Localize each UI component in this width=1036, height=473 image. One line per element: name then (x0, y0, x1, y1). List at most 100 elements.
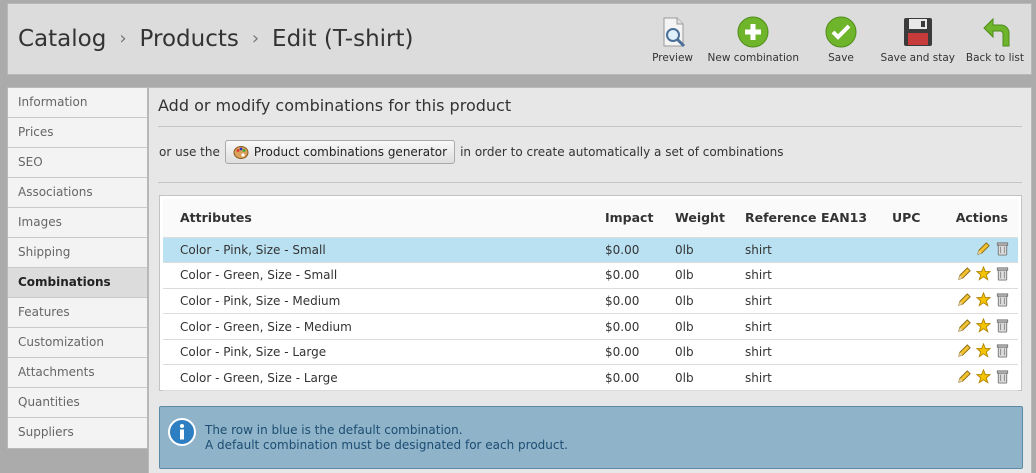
cell-actions (952, 237, 1018, 264)
sidebar-item-associations[interactable]: Associations (8, 178, 147, 208)
cell-actions (952, 364, 1018, 392)
table-row[interactable]: Color - Pink, Size - Large $0.00 0lb shi… (163, 339, 1018, 366)
sidebar-item-combinations[interactable]: Combinations (8, 268, 147, 298)
cell-impact: $0.00 (605, 288, 675, 315)
delete-trash-icon[interactable] (995, 318, 1010, 333)
combinations-table-container: Attributes Impact Weight Reference EAN13… (159, 195, 1022, 392)
generator-row: or use the Product combinations generato… (159, 140, 784, 164)
info-line-1: The row in blue is the default combinati… (205, 423, 463, 437)
column-header-attributes: Attributes (163, 199, 605, 238)
page-header: Catalog › Products › Edit (T-shirt) Preview … (7, 3, 1032, 75)
cell-impact: $0.00 (605, 364, 675, 392)
sidebar-item-seo[interactable]: SEO (8, 148, 147, 178)
edit-pencil-icon[interactable] (957, 318, 972, 333)
cell-impact: $0.00 (605, 237, 675, 264)
table-row[interactable]: Color - Green, Size - Small $0.00 0lb sh… (163, 262, 1018, 289)
cell-weight: 0lb (675, 262, 745, 289)
breadcrumb: Catalog › Products › Edit (T-shirt) (18, 26, 414, 52)
save-and-stay-button[interactable]: Save and stay (881, 16, 955, 64)
table-row-default[interactable]: Color - Pink, Size - Small $0.00 0lb shi… (163, 237, 1018, 264)
delete-trash-icon[interactable] (995, 241, 1010, 256)
combinations-panel: Add or modify combinations for this prod… (148, 87, 1032, 473)
cell-upc (892, 313, 952, 340)
info-text: The row in blue is the default combinati… (205, 423, 568, 453)
make-default-star-icon[interactable] (976, 266, 991, 282)
column-header-impact: Impact (605, 199, 675, 238)
column-header-upc: UPC (892, 199, 952, 238)
floppy-disk-icon (903, 18, 932, 46)
sidebar-item-features[interactable]: Features (8, 298, 147, 328)
panel-title: Add or modify combinations for this prod… (158, 96, 512, 115)
sidebar-item-quantities[interactable]: Quantities (8, 388, 147, 418)
make-default-star-icon[interactable] (976, 368, 991, 384)
column-header-actions: Actions (952, 199, 1018, 238)
column-header-ean13: EAN13 (821, 199, 892, 238)
cell-upc (892, 364, 952, 392)
sidebar-item-information[interactable]: Information (8, 88, 147, 118)
sidebar-item-shipping[interactable]: Shipping (8, 238, 147, 268)
edit-pencil-icon[interactable] (976, 241, 991, 256)
breadcrumb-current: Edit (T-shirt) (272, 26, 414, 52)
save-button[interactable]: Save (825, 16, 857, 64)
table-row[interactable]: Color - Pink, Size - Medium $0.00 0lb sh… (163, 288, 1018, 315)
cell-attributes: Color - Pink, Size - Small (163, 237, 605, 264)
edit-pencil-icon[interactable] (957, 369, 972, 384)
sidebar-item-suppliers[interactable]: Suppliers (8, 418, 147, 448)
save-and-stay-label: Save and stay (880, 52, 955, 64)
preview-button[interactable]: Preview (652, 16, 693, 64)
make-default-star-icon[interactable] (976, 317, 991, 333)
make-default-star-icon[interactable] (976, 291, 991, 307)
breadcrumb-catalog[interactable]: Catalog (18, 26, 106, 52)
cell-attributes: Color - Pink, Size - Medium (163, 288, 605, 315)
new-combination-label: New combination (707, 52, 799, 64)
cell-ean13 (821, 313, 892, 340)
delete-trash-icon[interactable] (995, 343, 1010, 358)
cell-weight: 0lb (675, 339, 745, 366)
combinations-generator-button[interactable]: Product combinations generator (224, 140, 456, 164)
back-to-list-label: Back to list (965, 52, 1024, 64)
palette-icon (233, 146, 249, 159)
delete-trash-icon[interactable] (995, 266, 1010, 281)
cell-reference: shirt (745, 262, 821, 289)
breadcrumb-products[interactable]: Products (140, 26, 239, 52)
cell-reference: shirt (745, 237, 821, 264)
delete-trash-icon[interactable] (995, 292, 1010, 307)
sidebar-item-prices[interactable]: Prices (8, 118, 147, 148)
cell-reference: shirt (745, 313, 821, 340)
sidebar-item-customization[interactable]: Customization (8, 328, 147, 358)
cell-actions (952, 313, 1018, 340)
cell-impact: $0.00 (605, 313, 675, 340)
info-line-2: A default combination must be designated… (205, 438, 568, 452)
new-combination-button[interactable]: New combination (708, 16, 799, 64)
column-header-weight: Weight (675, 199, 745, 238)
make-default-star-icon[interactable] (976, 343, 991, 358)
cell-weight: 0lb (675, 237, 745, 264)
cell-impact: $0.00 (605, 339, 675, 366)
sidebar-item-attachments[interactable]: Attachments (8, 358, 147, 388)
cell-reference: shirt (745, 339, 821, 366)
cell-ean13 (821, 237, 892, 264)
info-message: The row in blue is the default combinati… (159, 406, 1023, 469)
edit-pencil-icon[interactable] (957, 266, 972, 281)
column-header-reference: Reference (745, 199, 821, 238)
breadcrumb-separator: › (119, 28, 127, 49)
cell-upc (892, 288, 952, 315)
table-row[interactable]: Color - Green, Size - Large $0.00 0lb sh… (163, 364, 1018, 392)
combinations-table: Attributes Impact Weight Reference EAN13… (163, 199, 1018, 392)
cell-attributes: Color - Green, Size - Small (163, 262, 605, 289)
edit-pencil-icon[interactable] (957, 292, 972, 307)
cell-ean13 (821, 339, 892, 366)
cell-upc (892, 339, 952, 366)
preview-icon (663, 17, 685, 48)
table-row[interactable]: Color - Green, Size - Medium $0.00 0lb s… (163, 313, 1018, 340)
back-to-list-button[interactable]: Back to list (966, 16, 1024, 64)
sidebar-item-images[interactable]: Images (8, 208, 147, 238)
edit-pencil-icon[interactable] (957, 343, 972, 358)
save-label: Save (828, 52, 854, 64)
info-icon (168, 418, 196, 446)
cell-actions (952, 288, 1018, 315)
cell-attributes: Color - Green, Size - Medium (163, 313, 605, 340)
delete-trash-icon[interactable] (995, 369, 1010, 384)
generator-button-label: Product combinations generator (253, 145, 448, 159)
cell-ean13 (821, 364, 892, 392)
